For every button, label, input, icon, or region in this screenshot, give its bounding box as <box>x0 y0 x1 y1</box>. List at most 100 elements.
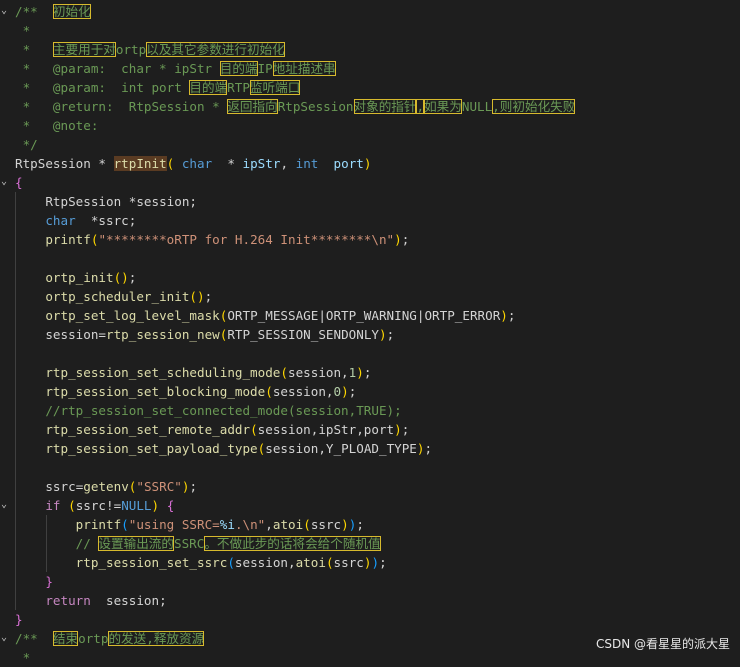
editor-gutter: ⌄ ⌄ ⌄ ⌄ <box>0 0 12 658</box>
comment-text: RTP <box>227 80 250 95</box>
code-line: ortp_init(); <box>15 268 740 287</box>
number-literal: 0 <box>333 384 342 399</box>
comment-open: /** <box>15 4 38 19</box>
code-line: */ <box>15 135 740 154</box>
paren: ) <box>151 498 160 513</box>
comment-text: * @note: <box>15 118 99 133</box>
paren: ) <box>416 441 425 456</box>
function-call: rtp_session_set_remote_addr <box>45 422 251 437</box>
paren: ( <box>250 422 258 437</box>
comment-text: 主要用于对 <box>52 42 116 57</box>
comment-text: 目的端 <box>189 80 228 95</box>
punctuation: ; <box>386 327 395 342</box>
code-line: RtpSession *session; <box>15 192 740 211</box>
code-line: if (ssrc!=NULL) { <box>15 496 740 515</box>
code-line: rtp_session_set_blocking_mode(session,0)… <box>15 382 740 401</box>
fold-chevron-icon[interactable]: ⌄ <box>1 500 11 510</box>
function-call: atoi <box>295 555 326 570</box>
arguments: RTP_SESSION_SENDONLY <box>227 327 379 342</box>
code-line: // 设置输出流的SSRC。不做此步的话将会给个随机值 <box>15 534 740 553</box>
fold-chevron-icon[interactable]: ⌄ <box>1 177 11 187</box>
code-line: printf("using SSRC=%i.\n",atoi(ssrc)); <box>15 515 740 534</box>
paren: ) <box>363 156 372 171</box>
paren: ) <box>394 422 402 437</box>
function-call: rtp_session_new <box>106 327 220 342</box>
paren: ) <box>500 308 508 323</box>
comment-text: 监听端口 <box>249 80 301 95</box>
brace: { <box>159 498 175 513</box>
paren: ( <box>325 555 334 570</box>
comment-text: 以及其它参数进行初始化 <box>146 42 285 57</box>
comment-text: ortp <box>78 631 109 646</box>
comment-text: * <box>15 42 53 57</box>
function-call: rtp_session_set_scheduling_mode <box>45 365 281 380</box>
punctuation: , <box>265 517 273 532</box>
comment-text: RtpSession <box>277 99 354 114</box>
punctuation: ; <box>356 517 364 532</box>
comment-text: * @param: char * ipStr <box>15 61 220 76</box>
format-specifier: %i <box>219 517 235 532</box>
punctuation: , <box>280 156 296 171</box>
punctuation: ; <box>401 422 410 437</box>
function-call: rtp_session_set_payload_type <box>45 441 258 456</box>
punctuation: ; <box>204 289 213 304</box>
arguments: session, <box>272 384 334 399</box>
string-literal: "SSRC" <box>136 479 182 494</box>
paren: ) <box>379 327 387 342</box>
line-comment: 。不做此步的话将会给个随机值 <box>204 536 381 551</box>
code-line: ortp_set_log_level_mask(ORTP_MESSAGE|ORT… <box>15 306 740 325</box>
paren: () <box>113 270 129 285</box>
arguments: session, <box>234 555 296 570</box>
code-line: rtp_session_set_scheduling_mode(session,… <box>15 363 740 382</box>
brace: { <box>15 175 23 190</box>
code-line: ortp_scheduler_init(); <box>15 287 740 306</box>
code-line: ssrc=getenv("SSRC"); <box>15 477 740 496</box>
function-name-highlighted[interactable]: rtpInit <box>113 156 167 171</box>
punctuation: ; <box>379 555 387 570</box>
fold-chevron-icon[interactable]: ⌄ <box>1 6 11 16</box>
comment-text: 如果为 <box>424 99 462 114</box>
parameter: ipStr <box>242 156 281 171</box>
paren: ) <box>341 517 349 532</box>
function-call: atoi <box>272 517 304 532</box>
code-line: /** 初始化 <box>15 2 740 21</box>
paren: ) <box>356 365 364 380</box>
comment-close: */ <box>15 137 38 152</box>
code-line: rtp_session_set_remote_addr(session,ipSt… <box>15 420 740 439</box>
paren: ) <box>394 232 402 247</box>
comment-text: , <box>416 99 425 114</box>
keyword: char <box>174 156 213 171</box>
brace: } <box>15 612 23 627</box>
string-literal: .\n" <box>234 517 266 532</box>
line-comment: 设置输出流的 <box>98 536 174 551</box>
parameter: port <box>318 156 364 171</box>
paren: ( <box>303 517 311 532</box>
comment-text: ortp <box>115 42 147 57</box>
paren: ) <box>371 555 380 570</box>
code-line <box>15 344 740 363</box>
function-call: printf <box>45 232 91 247</box>
code-line: } <box>15 610 740 629</box>
keyword: if <box>45 498 61 513</box>
comment-text: 地址描述串 <box>272 61 336 76</box>
fold-chevron-icon[interactable]: ⌄ <box>1 633 11 643</box>
string-literal: "using SSRC= <box>128 517 220 532</box>
comment-open: /** <box>15 631 38 646</box>
comment-text: * @param: int port <box>15 80 190 95</box>
variable: ssrc <box>45 479 76 494</box>
type-name: RtpSession <box>15 156 91 171</box>
code-line: * @return: RtpSession * 返回指向RtpSession对象… <box>15 97 740 116</box>
function-call: ortp_set_log_level_mask <box>45 308 220 323</box>
comment-text: 初始化 <box>52 4 91 19</box>
punctuation: ; <box>401 232 410 247</box>
punctuation: ; <box>507 308 516 323</box>
paren: ( <box>265 384 273 399</box>
paren: ( <box>60 498 76 513</box>
paren: ( <box>280 365 288 380</box>
code-line: char *ssrc; <box>15 211 740 230</box>
arguments: ssrc <box>310 517 342 532</box>
comment-text: 对象的指针 <box>353 99 417 114</box>
code-editor[interactable]: ⌄ ⌄ ⌄ ⌄ /** 初始化 * * 主要用于对ortp以及其它参数进行初始化… <box>0 0 740 665</box>
line-comment: //rtp_session_set_connected_mode(session… <box>45 403 402 418</box>
code-lines[interactable]: /** 初始化 * * 主要用于对ortp以及其它参数进行初始化 * @para… <box>15 2 740 667</box>
